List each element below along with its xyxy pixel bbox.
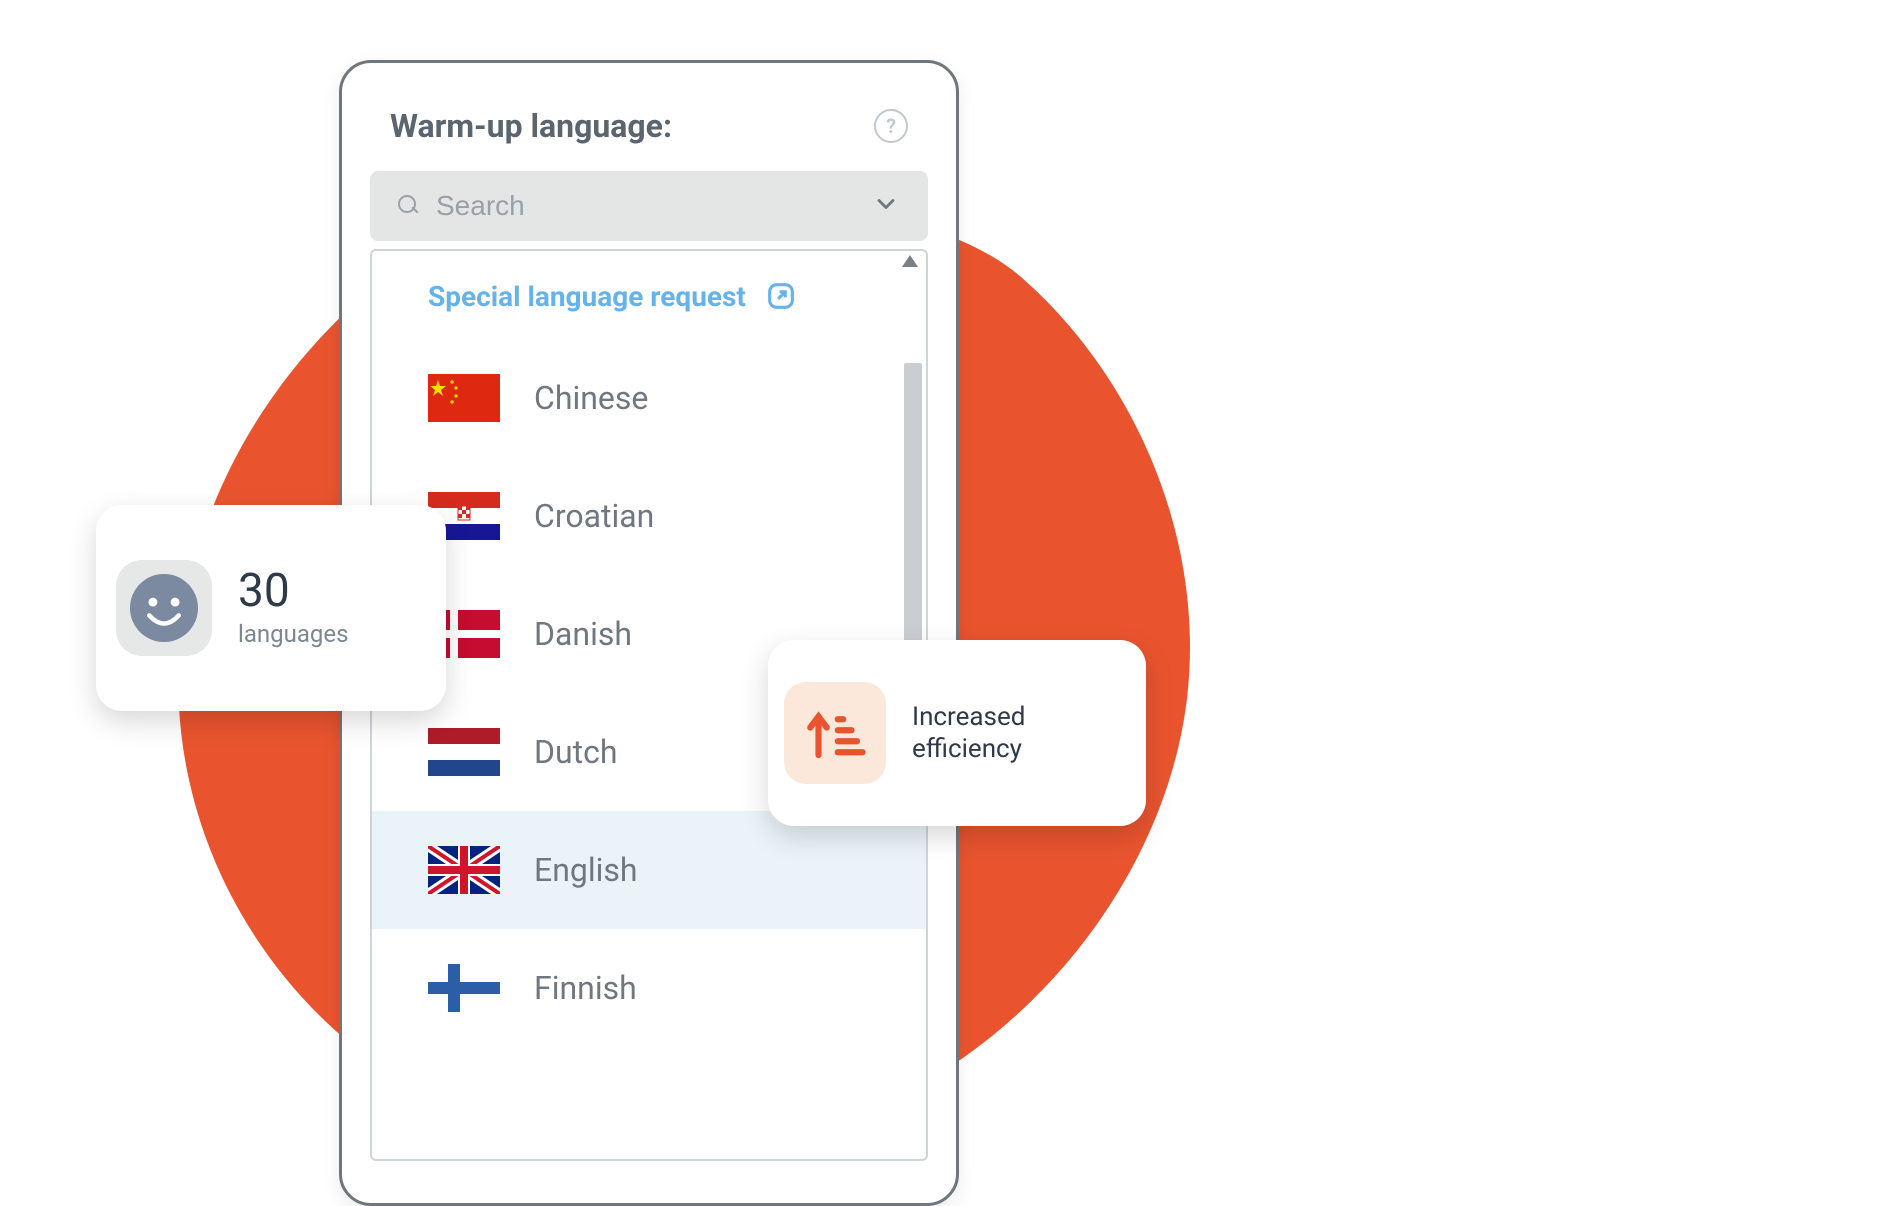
language-count-caption: languages [238, 620, 349, 648]
language-label: Danish [534, 615, 632, 653]
external-link-icon [764, 279, 798, 313]
language-option-fi[interactable]: Finnish [428, 929, 890, 1047]
languages-count-badge: 30 languages [96, 505, 446, 711]
efficiency-line2: efficiency [912, 733, 1025, 766]
language-label: Chinese [534, 379, 648, 417]
efficiency-line1: Increased [912, 701, 1025, 734]
scroll-up-icon[interactable] [902, 255, 918, 267]
special-request-label: Special language request [428, 280, 746, 313]
chevron-down-icon[interactable] [872, 190, 900, 222]
smiley-icon [116, 560, 212, 656]
language-option-cn[interactable]: Chinese [428, 339, 890, 457]
special-language-request-link[interactable]: Special language request [428, 279, 890, 313]
search-field[interactable] [370, 171, 928, 241]
flag-icon-fi [428, 964, 500, 1012]
language-option-hr[interactable]: Croatian [428, 457, 890, 575]
help-icon[interactable]: ? [874, 109, 908, 143]
search-icon [398, 195, 420, 217]
flag-icon-gb [428, 846, 500, 894]
efficiency-badge: Increased efficiency [768, 640, 1146, 826]
language-label: Croatian [534, 497, 654, 535]
card-title: Warm-up language: [390, 107, 672, 145]
language-label: Finnish [534, 969, 637, 1007]
language-option-gb[interactable]: English [372, 811, 926, 929]
language-label: Dutch [534, 733, 617, 771]
increase-icon [784, 682, 886, 784]
flag-icon-nl [428, 728, 500, 776]
language-count-value: 30 [238, 568, 349, 614]
search-input[interactable] [434, 189, 858, 223]
flag-icon-cn [428, 374, 500, 422]
language-label: English [534, 851, 638, 889]
